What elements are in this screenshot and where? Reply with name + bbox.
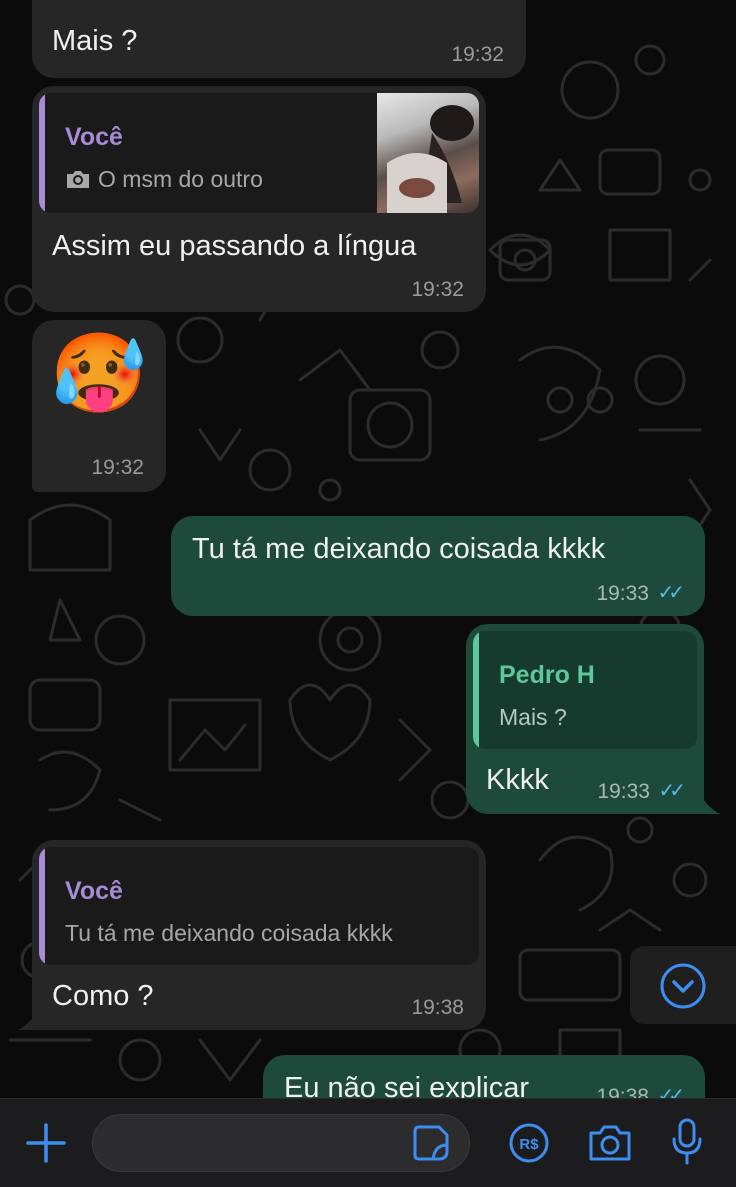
emoji-hot-face: 🥵 bbox=[50, 329, 148, 417]
read-ticks-icon: ✓✓ bbox=[657, 582, 684, 604]
quote-bar bbox=[473, 631, 479, 749]
quoted-message[interactable]: Você O msm do outro bbox=[39, 93, 479, 213]
quote-author: Você bbox=[65, 877, 123, 905]
message-time: 19:32 bbox=[451, 43, 504, 66]
svg-text:R$: R$ bbox=[519, 1136, 539, 1153]
message-bubble-emoji[interactable]: 🥵 19:32 bbox=[32, 320, 166, 492]
message-bubble-reply[interactable]: Você Tu tá me deixando coisada kkkk Como… bbox=[32, 840, 486, 1030]
message-time: 19:33 bbox=[596, 582, 649, 605]
message-text: Kkkk bbox=[486, 764, 549, 796]
message-text: Assim eu passando a língua bbox=[52, 230, 417, 262]
quote-author: Pedro H bbox=[499, 661, 595, 689]
message-time: 19:32 bbox=[411, 278, 464, 301]
message-bubble-reply-image[interactable]: Você O msm do outro Assim eu passando a … bbox=[32, 86, 486, 312]
quote-text: Tu tá me deixando coisada kkkk bbox=[65, 920, 393, 946]
message-time: 19:32 bbox=[91, 456, 144, 479]
message-text: Como ? bbox=[52, 980, 154, 1012]
quote-author: Você bbox=[65, 123, 123, 151]
camera-icon bbox=[65, 168, 91, 195]
message-bubble-outgoing[interactable]: Tu tá me deixando coisada kkkk 19:33 ✓✓ bbox=[171, 516, 705, 616]
message-time: 19:38 bbox=[411, 996, 464, 1019]
camera-icon[interactable] bbox=[587, 1123, 633, 1163]
pix-payment-icon[interactable]: R$ bbox=[508, 1122, 550, 1164]
message-bubble-previous: Mais ? 19:32 bbox=[32, 0, 526, 78]
scroll-to-bottom-button[interactable] bbox=[630, 946, 736, 1024]
chevron-down-icon bbox=[660, 963, 706, 1009]
read-ticks-icon: ✓✓ bbox=[658, 780, 685, 802]
message-input-bar: R$ bbox=[0, 1098, 736, 1187]
message-bubble-outgoing-reply[interactable]: Pedro H Mais ? Kkkk 19:33 ✓✓ bbox=[466, 624, 704, 814]
quoted-message[interactable]: Pedro H Mais ? bbox=[473, 631, 697, 749]
quoted-photo-thumbnail bbox=[377, 93, 479, 213]
quote-bar bbox=[39, 847, 45, 965]
microphone-icon[interactable] bbox=[670, 1117, 704, 1167]
quote-text: O msm do outro bbox=[98, 166, 263, 192]
message-time: 19:33 bbox=[597, 780, 650, 803]
quoted-message[interactable]: Você Tu tá me deixando coisada kkkk bbox=[39, 847, 479, 965]
quote-bar bbox=[39, 93, 45, 213]
message-text: Tu tá me deixando coisada kkkk bbox=[192, 533, 606, 565]
sticker-icon[interactable] bbox=[411, 1123, 451, 1163]
quote-text: Mais ? bbox=[499, 704, 567, 730]
message-text: Mais ? bbox=[52, 25, 138, 57]
plus-icon[interactable] bbox=[24, 1121, 68, 1165]
message-input-field[interactable] bbox=[92, 1114, 470, 1172]
